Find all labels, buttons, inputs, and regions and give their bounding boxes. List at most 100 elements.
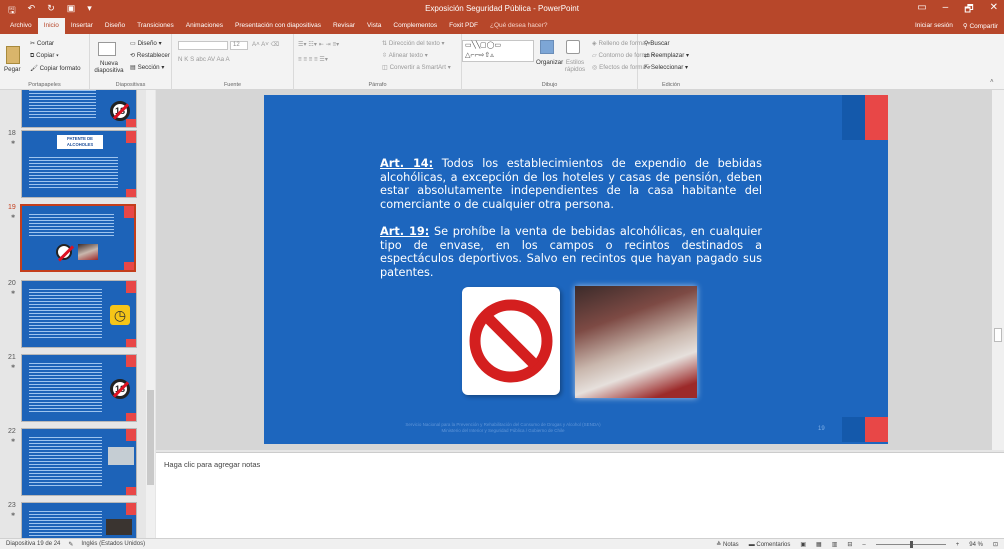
zoom-in-button[interactable]: + [956, 542, 960, 548]
collapse-ribbon-icon[interactable]: ˄ [990, 78, 994, 85]
align-buttons[interactable]: ≡ ≡ ≡ ≡ ☰▾ [298, 56, 328, 63]
spellcheck-icon[interactable]: ✎ [68, 541, 73, 548]
shapes-gallery[interactable]: ▭╲╲▢◯▭ △⌐⌐⇨⇧▵ [462, 40, 534, 62]
tab-transiciones[interactable]: Transiciones [131, 18, 180, 34]
group-paragraph: ☰▾ ☷▾ ⇤ ⇥ ≡▾ ≡ ≡ ≡ ≡ ☰▾ ⇅ Dirección del … [294, 34, 462, 90]
comments-button[interactable]: ▬ Comentarios [749, 542, 791, 548]
transition-star-icon: ✱ [11, 364, 16, 370]
normal-view-icon[interactable]: ▣ [800, 541, 806, 548]
article-text: Se prohíbe la venta de bebidas alcohólic… [380, 225, 762, 279]
thumbnail-scrollbar[interactable] [146, 90, 155, 538]
slide-thumbnail-18[interactable]: PATENTE DE ALCOHOLES [21, 130, 137, 198]
text-direction-button[interactable]: ⇅ Dirección del texto ▾ [382, 40, 445, 47]
new-slide-icon[interactable] [98, 42, 116, 56]
slide-thumbnail-22[interactable] [21, 428, 137, 496]
sign-in-link[interactable]: Iniciar sesión [915, 22, 953, 30]
replace-button[interactable]: ⇄ Reemplazar ▾ [644, 52, 689, 59]
prohibited-icon [469, 299, 553, 383]
tab-dise-o[interactable]: Diseño [99, 18, 131, 34]
slide-thumbnail-17[interactable]: 18 [21, 90, 137, 128]
notes-pane[interactable]: Haga clic para agregar notas [156, 452, 1004, 538]
paste-icon[interactable] [6, 46, 20, 64]
restore-button[interactable]: 🗗 [964, 2, 973, 19]
minimize-button[interactable]: – [943, 2, 949, 19]
reading-view-icon[interactable]: ▥ [832, 541, 838, 548]
transition-star-icon: ✱ [11, 140, 16, 146]
case-icon[interactable]: Aa [217, 56, 225, 63]
tab-complementos[interactable]: Complementos [387, 18, 443, 34]
close-button[interactable]: ✕ [990, 2, 998, 19]
image-thumbnail [108, 447, 134, 465]
slide-editing-area: Art. 14: Todos los establecimientos de e… [156, 90, 992, 450]
slide-thumbnail-20[interactable]: ◷ [21, 280, 137, 348]
paste-button[interactable]: Pegar [4, 66, 21, 73]
slide-scroll-thumb[interactable] [994, 328, 1002, 342]
tab-archivo[interactable]: Archivo [4, 18, 38, 34]
tab-animaciones[interactable]: Animaciones [180, 18, 229, 34]
select-button[interactable]: ⇱ Seleccionar ▾ [644, 64, 688, 71]
reset-label: Restablecer [136, 52, 170, 59]
tab-foxit-pdf[interactable]: Foxit PDF [443, 18, 484, 34]
reset-button[interactable]: ⟲ Restablecer [130, 52, 170, 59]
zoom-slider-handle[interactable] [909, 541, 913, 548]
slideshow-icon[interactable]: ⊟ [847, 541, 852, 548]
fit-to-window-icon[interactable]: ⊡ [993, 541, 998, 548]
cut-button[interactable]: ✂ Cortar [30, 40, 54, 47]
spacing-icon[interactable]: AV [207, 56, 215, 63]
slide-thumbnail-19[interactable] [20, 204, 136, 272]
copy-button[interactable]: ⧉ Copiar ▾ [30, 52, 59, 60]
slide-sorter-icon[interactable]: ▦ [816, 541, 822, 548]
font-size-select[interactable]: 12 [230, 41, 248, 50]
share-button[interactable]: ⚲ Compartir [963, 22, 998, 30]
tell-me-search[interactable]: ¿Qué desea hacer? [484, 18, 553, 34]
status-bar: Diapositiva 19 de 24 ✎ Inglés (Estados U… [0, 538, 1004, 549]
transition-star-icon: ✱ [11, 512, 16, 518]
ribbon-display-options-button[interactable]: ▭ [917, 2, 926, 19]
copy-label: Copiar [36, 52, 55, 59]
tab-inicio[interactable]: Inicio [37, 18, 65, 34]
prohibited-icon [56, 244, 72, 260]
celebration-photo[interactable] [575, 286, 697, 398]
zoom-out-button[interactable]: – [862, 542, 865, 548]
align-text-button[interactable]: ⇳ Alinear texto ▾ [382, 52, 428, 59]
strike-button[interactable]: abc [196, 56, 206, 63]
italic-button[interactable]: K [184, 56, 188, 63]
underline-button[interactable]: S [190, 56, 194, 63]
slide-scrollbar[interactable] [992, 90, 1004, 450]
tab-revisar[interactable]: Revisar [327, 18, 361, 34]
quick-styles-button[interactable]: Estilos rápidos [562, 59, 588, 73]
list-buttons[interactable]: ☰▾ ☷▾ ⇤ ⇥ ≡▾ [298, 41, 339, 48]
grow-font-icon[interactable]: A˄ A˅ ⌫ [252, 41, 279, 48]
bold-button[interactable]: N [178, 56, 182, 63]
smartart-button[interactable]: ◫ Convertir a SmartArt ▾ [382, 64, 451, 71]
slide-paragraph-2[interactable]: Art. 19: Se prohíbe la venta de bebidas … [380, 225, 762, 279]
slide-number-19: 19 [8, 204, 16, 211]
font-color-icon[interactable]: A [225, 56, 229, 63]
tab-insertar[interactable]: Insertar [65, 18, 99, 34]
find-button[interactable]: ⚲ Buscar [644, 40, 670, 47]
new-slide-button[interactable]: Nueva diapositiva [93, 60, 125, 74]
arrange-button[interactable]: Organizar [536, 59, 563, 66]
slide-paragraph-1[interactable]: Art. 14: Todos los establecimientos de e… [380, 157, 762, 211]
zoom-slider[interactable] [875, 541, 946, 548]
layout-label: Diseño [137, 40, 157, 47]
slide-thumbnail-21[interactable]: 18 [21, 354, 137, 422]
prohibited-sign-image[interactable] [462, 287, 560, 395]
layout-button[interactable]: ▭ Diseño ▾ [130, 40, 162, 47]
clock-icon: ◷ [110, 305, 130, 325]
tab-vista[interactable]: Vista [361, 18, 387, 34]
current-slide[interactable]: Art. 14: Todos los establecimientos de e… [264, 95, 888, 444]
format-painter-button[interactable]: 🖌 Copiar formato [30, 64, 81, 72]
language-indicator[interactable]: Inglés (Estados Unidos) [81, 541, 145, 548]
quick-styles-icon[interactable] [566, 40, 580, 54]
arrange-icon[interactable] [540, 40, 554, 54]
tab-presentaci-n-con-diapositivas[interactable]: Presentación con diapositivas [229, 18, 327, 34]
font-family-select[interactable] [178, 41, 228, 50]
section-button[interactable]: ▤ Sección ▾ [130, 64, 164, 71]
transition-star-icon: ✱ [11, 438, 16, 444]
replace-label: Reemplazar [650, 52, 685, 59]
thumbnail-scroll-thumb[interactable] [147, 390, 154, 485]
slide-thumbnail-23[interactable] [21, 502, 137, 538]
notes-toggle-button[interactable]: ≜ Notas [716, 541, 738, 548]
zoom-level[interactable]: 94 % [969, 542, 983, 548]
